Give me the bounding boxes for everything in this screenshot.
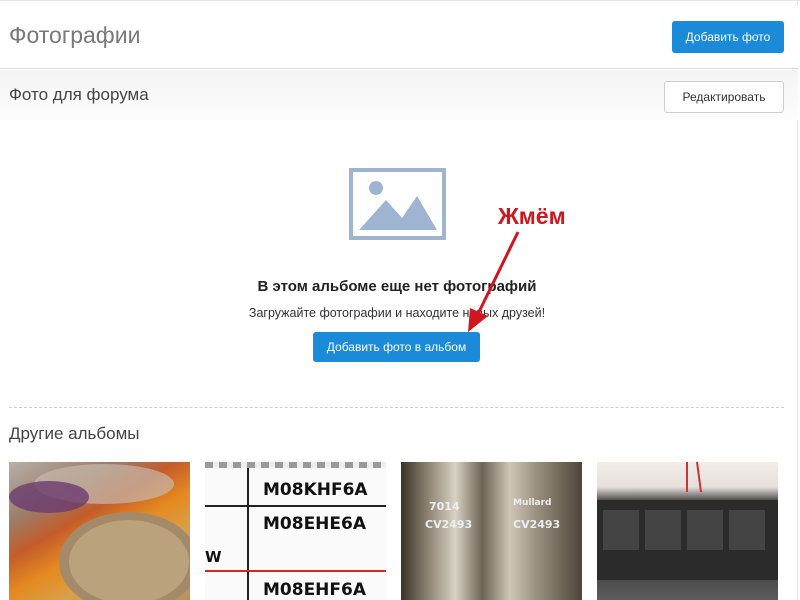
album-thumbnail-1[interactable] <box>9 462 190 600</box>
ruler-strip <box>205 462 386 468</box>
table-line <box>247 468 249 600</box>
top-divider <box>0 0 800 4</box>
table-line <box>205 505 386 507</box>
part-code-fragment: W <box>205 548 222 566</box>
add-photo-to-album-button[interactable]: Добавить фото в альбом <box>313 332 480 362</box>
tube-label: CV2493 <box>425 518 473 531</box>
part-code: M08EHF6A <box>263 580 367 600</box>
page-header: Фотографии Добавить фото <box>0 5 798 69</box>
empty-album-subtitle: Загружайте фотографии и находите новых д… <box>248 306 546 320</box>
annotation-arrow-icon <box>468 231 520 332</box>
add-photo-button[interactable]: Добавить фото <box>672 21 784 53</box>
empty-album-title: В этом альбоме еще нет фотографий <box>257 278 537 295</box>
connector-photo-icon <box>597 462 778 580</box>
page-title: Фотографии <box>9 22 141 48</box>
image-placeholder-icon <box>349 168 446 240</box>
album-thumbnail-4[interactable] <box>597 462 778 600</box>
part-code: M08EHE6A <box>263 514 367 534</box>
tube-label: CV2493 <box>513 518 561 531</box>
album-thumbnail-2[interactable]: M08KHF6A M08EHE6A M08EHF6A W <box>205 462 386 600</box>
part-code: M08KHF6A <box>263 480 368 500</box>
edit-album-button[interactable]: Редактировать <box>664 81 784 113</box>
tube-label: 7014 <box>429 500 460 513</box>
section-divider <box>9 407 784 408</box>
hedgehog-photo-icon <box>9 464 190 600</box>
other-albums-title: Другие альбомы <box>9 424 140 443</box>
album-header: Фото для форума Редактировать <box>0 70 798 120</box>
table-line <box>205 570 386 572</box>
album-thumbnail-3[interactable]: 7014 CV2493 CV2493 Mullard <box>401 462 582 600</box>
tube-label: Mullard <box>513 498 552 508</box>
annotation-text: Жмём <box>498 203 566 229</box>
album-title: Фото для форума <box>9 85 149 104</box>
